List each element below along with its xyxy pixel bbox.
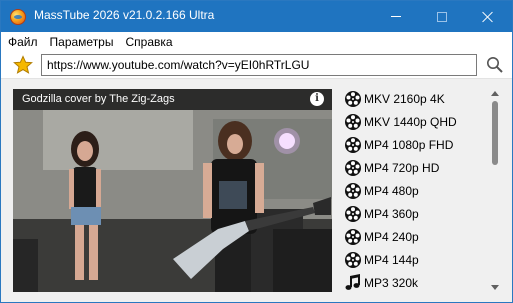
film-reel-icon [342,158,364,178]
menu-parameters[interactable]: Параметры [44,32,120,52]
video-title-bar: Godzilla cover by The Zig-Zags i [13,89,332,110]
star-icon [13,55,33,74]
title-bar[interactable]: MassTube 2026 v21.0.2.166 Ultra [1,1,512,32]
format-label: MP4 1080p FHD [364,137,454,152]
format-item[interactable]: MP3 320k [341,271,486,294]
minimize-button[interactable] [373,1,419,32]
film-reel-icon [342,135,364,155]
film-reel-icon [342,89,364,109]
video-title: Godzilla cover by The Zig-Zags [22,93,175,105]
format-item[interactable]: MKV 1440p QHD [341,110,486,133]
window-title: MassTube 2026 v21.0.2.166 Ultra [34,8,215,22]
format-item[interactable]: MP4 1080p FHD [341,133,486,156]
favorites-button[interactable] [10,54,36,76]
format-item[interactable]: MP4 720p HD [341,156,486,179]
format-label: MP4 240p [364,229,419,244]
film-reel-icon [342,227,364,247]
scrollbar-thumb[interactable] [492,101,498,165]
format-item[interactable]: MP4 144p [341,248,486,271]
format-label: MKV 2160p 4K [364,91,445,106]
format-item[interactable]: MP4 480p [341,179,486,202]
close-icon [482,11,494,23]
toolbar-divider [1,78,512,79]
format-label: MP3 320k [364,275,419,290]
close-button[interactable] [465,1,511,32]
format-item[interactable]: MP4 360p [341,202,486,225]
info-icon[interactable]: i [310,92,324,106]
video-thumbnail [13,89,332,292]
minimize-icon [391,16,401,17]
format-list-scrollbar[interactable] [489,87,501,294]
format-label: MKV 1440p QHD [364,114,457,129]
format-list: MKV 2160p 4K MKV 1440p QHD MP4 1080p FHD MP… [341,87,486,294]
format-label: MP4 720p HD [364,160,440,175]
format-item[interactable]: MKV 2160p 4K [341,87,486,110]
menu-file[interactable]: Файл [1,32,44,52]
music-note-icon [342,273,364,293]
maximize-button[interactable] [419,1,465,32]
app-window: MassTube 2026 v21.0.2.166 Ultra Файл Пар… [0,0,513,303]
menu-help[interactable]: Справка [119,32,178,52]
format-item[interactable]: MP4 240p [341,225,486,248]
scroll-up-arrow-icon[interactable] [491,91,499,96]
search-button[interactable] [481,54,509,76]
video-preview[interactable]: Godzilla cover by The Zig-Zags i [13,89,332,292]
url-toolbar [1,52,512,78]
film-reel-icon [342,181,364,201]
menu-bar: Файл Параметры Справка [1,32,512,52]
url-input[interactable] [41,54,477,76]
format-label: MP4 144p [364,252,419,267]
film-reel-icon [342,112,364,132]
format-label: MP4 480p [364,183,419,198]
film-reel-icon [342,204,364,224]
maximize-icon [437,11,447,22]
format-label: MP4 360p [364,206,419,221]
film-reel-icon [342,250,364,270]
masstube-app-icon [10,9,26,25]
scroll-down-arrow-icon[interactable] [491,285,499,290]
search-icon [487,57,503,73]
